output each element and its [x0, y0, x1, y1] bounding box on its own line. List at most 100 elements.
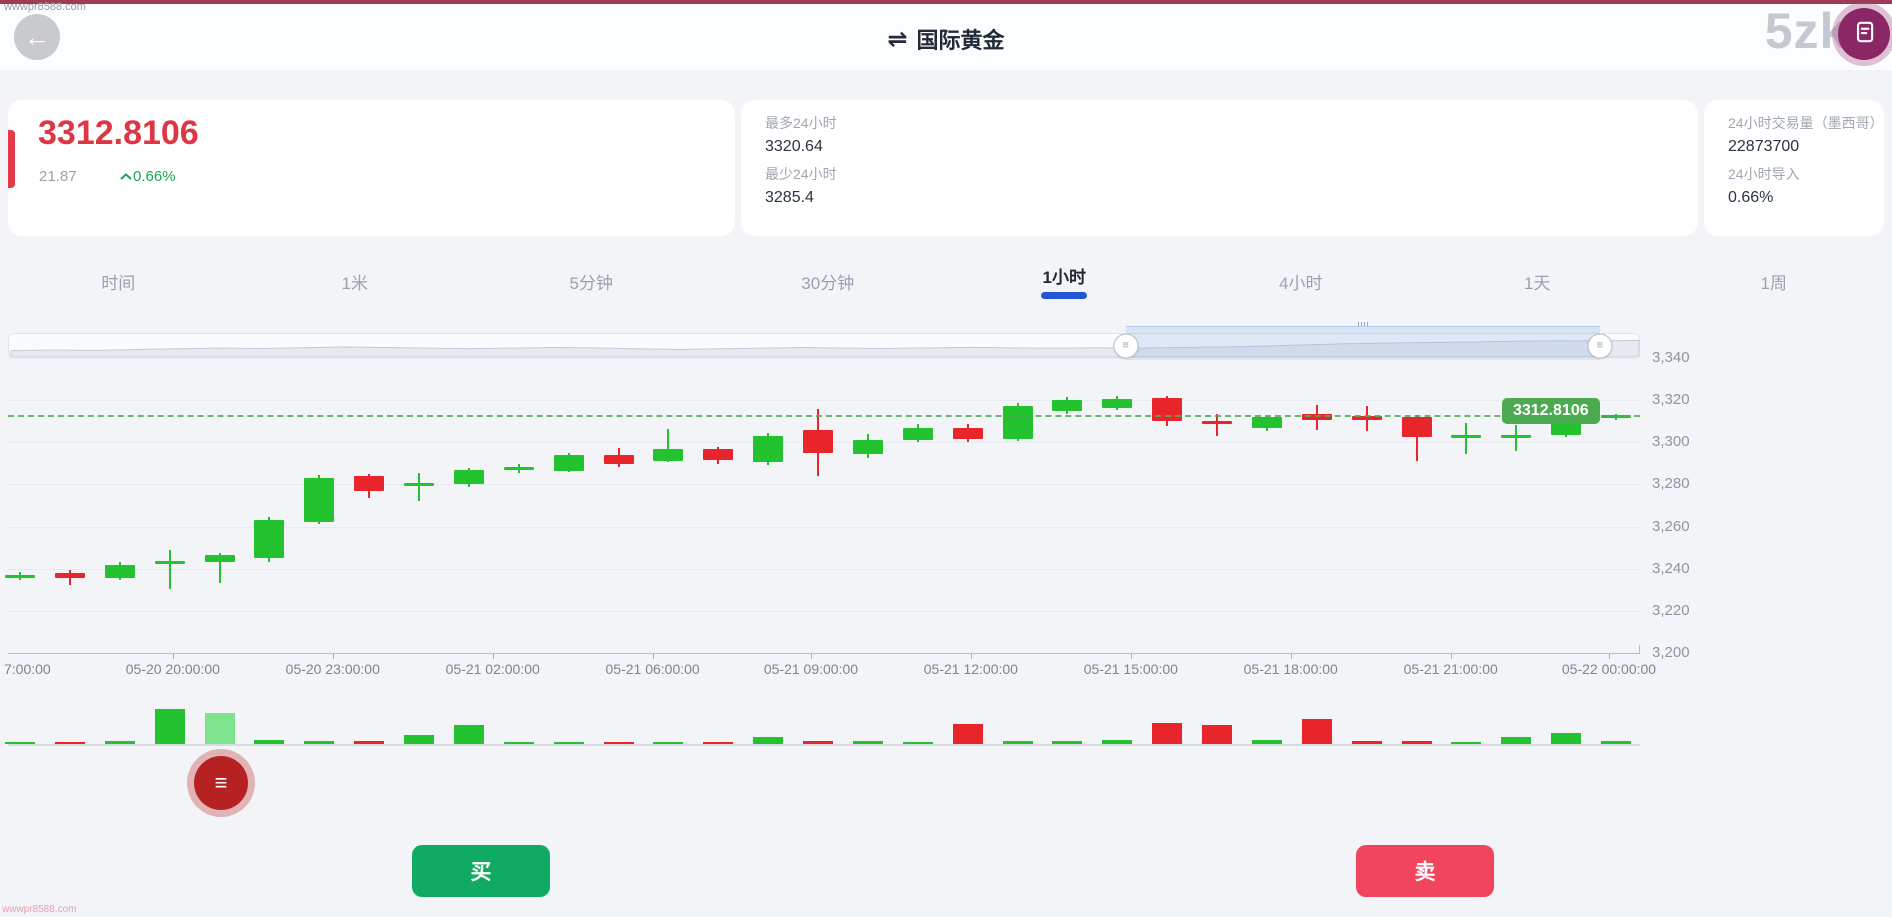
- back-arrow-icon: ←: [24, 22, 50, 53]
- candle: [803, 430, 833, 453]
- tab-label: 时间: [101, 269, 135, 294]
- tab-5分钟[interactable]: 5分钟: [473, 258, 710, 304]
- x-axis-tick: [1451, 654, 1452, 659]
- stat-import-24h: 24小时导入 0.66%: [1728, 164, 1800, 207]
- candle: [55, 573, 85, 578]
- volume-bar: [454, 725, 484, 744]
- candle: [1202, 421, 1232, 424]
- y-axis-label: 3,240: [1652, 560, 1690, 577]
- x-axis-label: 05-21 21:00:00: [1404, 661, 1498, 677]
- candle: [504, 467, 534, 470]
- candle: [1052, 400, 1082, 411]
- tab-label: 30分钟: [801, 269, 854, 294]
- candle: [953, 428, 983, 440]
- watermark-url-bottom: wwwpr8588.com: [2, 904, 76, 915]
- candle: [254, 520, 284, 558]
- tab-1周[interactable]: 1周: [1656, 258, 1892, 304]
- candlestick-chart[interactable]: [8, 358, 1640, 653]
- volume-bar: [155, 709, 185, 744]
- candle: [354, 476, 384, 491]
- last-price: 3312.8106: [38, 114, 199, 153]
- y-axis-label: 3,260: [1652, 518, 1690, 535]
- x-axis-tick: [811, 654, 812, 659]
- volume-bar: [1152, 723, 1182, 744]
- price-change-percent: 0.66%: [120, 168, 176, 185]
- candle-wick: [418, 473, 420, 501]
- tab-1米[interactable]: 1米: [237, 258, 474, 304]
- candle: [155, 561, 185, 564]
- candle: [105, 565, 135, 579]
- candle: [454, 470, 484, 485]
- y-axis-label: 3,340: [1652, 349, 1690, 366]
- candle: [1003, 406, 1033, 439]
- price-card: 3312.8106 21.87 0.66%: [8, 100, 735, 236]
- volume-bar: [1501, 737, 1531, 744]
- candle: [753, 436, 783, 462]
- tab-30分钟[interactable]: 30分钟: [710, 258, 947, 304]
- candle: [404, 483, 434, 486]
- tab-label: 1周: [1761, 269, 1787, 294]
- x-axis-label: 05-21 15:00:00: [1084, 661, 1178, 677]
- gridline-3220: [8, 611, 1640, 612]
- gridline-3320: [8, 400, 1640, 401]
- volume-bar: [1551, 733, 1581, 744]
- volume-bar: [205, 713, 235, 744]
- candle: [1252, 417, 1282, 428]
- back-button[interactable]: ←: [14, 14, 60, 60]
- navigator-selected-window[interactable]: [1126, 326, 1600, 360]
- caret-up-icon: [120, 168, 132, 185]
- candle-wick: [1465, 423, 1467, 454]
- x-axis-label: 05-21 06:00:00: [606, 661, 700, 677]
- price-accent-bar: [8, 130, 15, 188]
- stat-high-24h: 最多24小时 3320.64: [765, 113, 837, 156]
- candle: [205, 555, 235, 562]
- stat-low-24h: 最少24小时 3285.4: [765, 164, 837, 207]
- header-bar: ⇌ 国际黄金: [0, 4, 1892, 70]
- x-axis-tick: [1131, 654, 1132, 659]
- page-title-wrap: ⇌ 国际黄金: [0, 8, 1892, 70]
- price-change: 21.87: [39, 168, 77, 185]
- volume-bar: [1202, 725, 1232, 744]
- floating-menu-button[interactable]: ≡: [194, 756, 248, 810]
- x-axis-tick: [173, 654, 174, 659]
- volume-stats-card: 24小时交易量（墨西哥） 22873700 24小时导入 0.66%: [1704, 100, 1884, 236]
- candle: [1501, 435, 1531, 438]
- x-axis-label: 05-22 00:00:00: [1562, 661, 1656, 677]
- trading-app: wwwpr8588.com ⇌ 国际黄金 ← 5zkt 3312.8106 21…: [0, 0, 1892, 917]
- x-axis-tick: [1609, 654, 1610, 659]
- gridline-3240: [8, 569, 1640, 570]
- tab-label: 5分钟: [570, 269, 613, 294]
- y-axis-label: 3,200: [1652, 644, 1690, 661]
- active-tab-underline: [1041, 292, 1087, 299]
- candle: [653, 449, 683, 462]
- tab-1天[interactable]: 1天: [1419, 258, 1656, 304]
- current-price-line: [8, 415, 1640, 417]
- tab-时间[interactable]: 时间: [0, 258, 237, 304]
- page-title: 国际黄金: [917, 23, 1005, 55]
- gridline-3340: [8, 358, 1640, 359]
- tab-label: 1小时: [1043, 263, 1086, 288]
- tab-4小时[interactable]: 4小时: [1183, 258, 1420, 304]
- candle: [1451, 435, 1481, 438]
- candle: [1402, 417, 1432, 437]
- chart-navigator[interactable]: ≡≡: [8, 333, 1640, 358]
- x-axis-end-cap: [1639, 645, 1640, 654]
- navigator-left-handle[interactable]: ≡: [1113, 333, 1138, 358]
- buy-button[interactable]: 买: [412, 845, 550, 897]
- candle: [703, 449, 733, 461]
- y-axis-label: 3,220: [1652, 602, 1690, 619]
- orders-button[interactable]: [1838, 8, 1890, 60]
- x-axis-label: 05-21 02:00:00: [446, 661, 540, 677]
- x-axis-label: 05-21 18:00:00: [1244, 661, 1338, 677]
- x-axis-label: 05-20 23:00:00: [286, 661, 380, 677]
- sell-button[interactable]: 卖: [1356, 845, 1494, 897]
- document-icon: [1851, 19, 1877, 50]
- candle-wick: [1515, 425, 1517, 450]
- tab-1小时[interactable]: 1小时: [946, 258, 1183, 304]
- volume-bar: [404, 735, 434, 744]
- volume-bar: [753, 737, 783, 744]
- volume-baseline: [8, 744, 1640, 746]
- volume-chart[interactable]: [8, 688, 1640, 744]
- watermark-url-top: wwwpr8588.com: [4, 1, 86, 13]
- navigator-right-handle[interactable]: ≡: [1587, 333, 1612, 358]
